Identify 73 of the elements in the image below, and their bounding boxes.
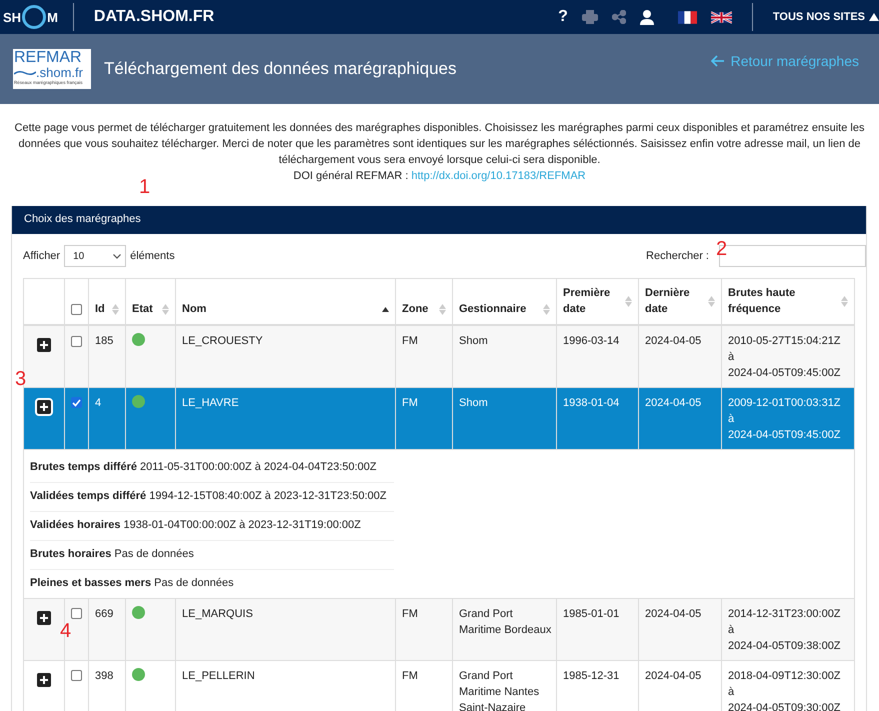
caret-icon (869, 13, 879, 21)
table-cell: 2024-04-05 (638, 387, 722, 449)
plus-icon (40, 402, 48, 410)
annotation-number: 1 (139, 176, 150, 198)
row-checkbox[interactable] (71, 608, 82, 620)
chevron-down-icon (113, 254, 122, 258)
date-range-start: 2009-12-01T00:03:31Z (728, 396, 842, 410)
annotation-number: 2 (716, 238, 728, 260)
table-cell: 2024-04-05 (638, 325, 722, 387)
table-cell: 4 (88, 387, 126, 449)
table-cell: 2024-04-05 (638, 598, 722, 660)
help-button[interactable]: ? (558, 8, 568, 26)
expand-button[interactable] (37, 400, 51, 414)
date-range-end: 2024-04-05T09:45:00Z (728, 428, 842, 442)
data-availability-line: Validées temps différé 1994-12-15T08:40:00Z à 2023-12-31T23:50:00Z (30, 482, 394, 512)
data-availability-line: Pleines et basses mers Pas de données (30, 576, 235, 590)
expand-button[interactable] (37, 338, 51, 352)
search-label: Rechercher : (646, 250, 709, 262)
uk-flag-icon[interactable] (710, 10, 732, 24)
select-all-checkbox[interactable] (71, 304, 82, 315)
table-cell: 1938-01-04 (556, 387, 638, 449)
table-cell: FM (396, 598, 452, 660)
row-checkbox[interactable] (71, 670, 82, 682)
data-availability-line: Brutes horaires Pas de données (30, 540, 394, 570)
table-cell: LE_HAVRE (176, 387, 396, 449)
table-cell: 185 (88, 325, 126, 387)
table-cell: Grand Port Maritime Bordeaux (452, 598, 556, 660)
table-cell: Shom (452, 387, 556, 449)
logo-text[interactable]: M (47, 10, 58, 24)
expand-button[interactable] (37, 672, 51, 686)
range-separator: à (728, 684, 736, 700)
doi-label: DOI général REFMAR : (293, 170, 408, 182)
range-separator: à (728, 350, 736, 365)
table-cell: LE_MARQUIS (176, 598, 396, 660)
table-cell: 669 (88, 598, 126, 660)
date-range-end: 2024-04-05T09:30:00Z (728, 700, 842, 711)
arrow-left-icon (710, 55, 725, 67)
share-icon[interactable] (612, 10, 626, 24)
panel-header: Choix des marégraphes (12, 206, 866, 234)
plus-icon (40, 614, 48, 622)
page-size-select[interactable]: 10 (64, 245, 126, 267)
user-icon[interactable] (640, 10, 654, 24)
table-cell: FM (396, 387, 452, 449)
date-range-start: 2014-12-31T23:00:00Z (728, 606, 842, 622)
table-cell: LE_CROUESTY (176, 325, 396, 387)
page-title: Téléchargement des données marégraphiques (104, 59, 458, 79)
table-cell: 1996-03-14 (556, 325, 638, 387)
date-range-start: 2018-04-09T12:30:00Z (728, 668, 842, 684)
intro-paragraph: Cette page vous permet de télécharger gratuitement les données des marégraphes disponibles. Choisissez les marégraphes parmi ceux disponibles et paramétrez ensuite les données que vous souhaitez télécharger. Merci de noter que les paramètres sont identiques sur les marégraphes séléctionnés. Saisissez enfin votre adresse mail, un lien de téléchargement vous sera envoyé lorsque celui-ci sera disponible. (14, 121, 866, 168)
ring-icon (22, 5, 46, 29)
date-range-end: 2024-04-05T09:38:00Z (728, 638, 842, 654)
data-availability-line: Brutes temps différé 2011-05-31T00:00:00Z à 2024-04-04T23:50:00Z (30, 454, 394, 482)
annotation-number: 3 (15, 368, 26, 390)
date-range-start: 2010-05-27T15:04:21Z (728, 334, 842, 349)
site-title[interactable]: DATA.SHOM.FR (94, 8, 214, 26)
expand-button[interactable] (37, 610, 51, 624)
french-flag-icon[interactable] (678, 10, 697, 24)
show-suffix: éléments (130, 250, 175, 262)
table-cell: Shom (452, 325, 556, 387)
plus-icon (40, 341, 48, 349)
show-label: Afficher (23, 250, 60, 262)
row-checkbox[interactable] (71, 336, 82, 347)
logo-text[interactable]: SH (3, 10, 22, 24)
all-sites-menu[interactable]: TOUS NOS SITES (772, 11, 865, 23)
data-availability-line: Validées horaires 1938-01-04T00:00:00Z à 2023-12-31T19:00:00Z (30, 512, 394, 540)
plus-icon (40, 676, 48, 684)
date-range-end: 2024-04-05T09:45:00Z (728, 366, 842, 381)
range-separator: à (728, 622, 736, 638)
annotation-number: 4 (60, 620, 72, 642)
row-checkbox[interactable] (71, 397, 82, 408)
table-cell: FM (396, 325, 452, 387)
table-cell: 1985-01-01 (556, 598, 638, 660)
range-separator: à (728, 412, 736, 426)
